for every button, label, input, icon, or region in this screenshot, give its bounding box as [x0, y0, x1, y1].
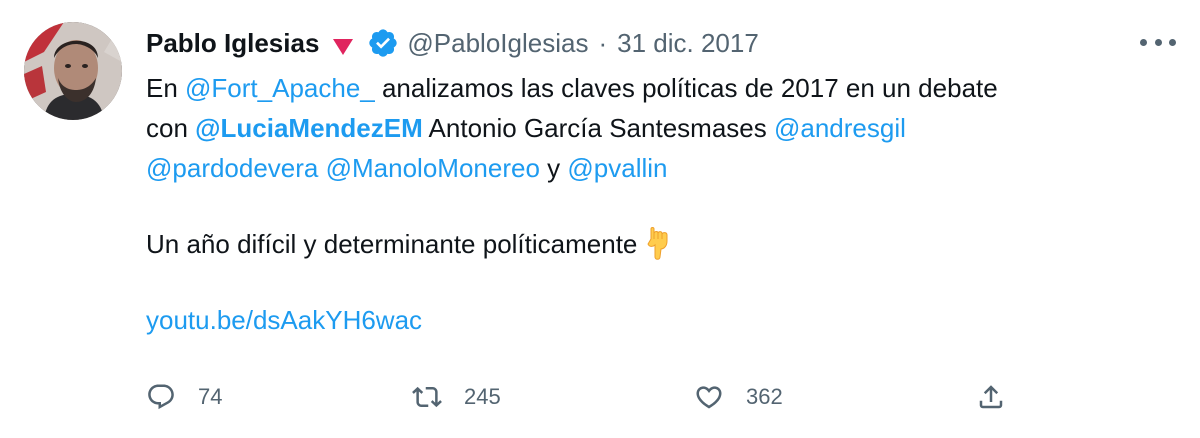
tweet-text-line: Un año difícil y determinante políticame…: [146, 224, 1156, 264]
red-triangle-icon: [331, 33, 355, 55]
reply-count: 74: [198, 384, 223, 409]
text-segment: En: [146, 73, 186, 103]
text-segment: Un año difícil y determinante políticame…: [146, 229, 638, 259]
author-handle[interactable]: @PabloIglesias: [407, 28, 588, 59]
retweet-icon: [412, 386, 442, 408]
mention-manolomonereo[interactable]: @ManoloMonereo: [326, 153, 540, 183]
tweet-text-line: @pardodevera @ManoloMonereo y @pvallin: [146, 148, 1156, 188]
action-bar: 74 245 362: [146, 376, 1036, 418]
text-segment: Antonio García Santesmases: [422, 113, 774, 143]
tweet-text-line: youtu.be/dsAakYH6wac: [146, 300, 1156, 340]
tweet-date[interactable]: 31 dic. 2017: [617, 28, 759, 59]
tweet-text-line: En @Fort_Apache_ analizamos las claves p…: [146, 68, 1156, 108]
share-button[interactable]: [976, 376, 1006, 418]
more-options-icon[interactable]: [1140, 30, 1176, 54]
more-dot: [1169, 38, 1176, 46]
text-segment: [318, 153, 325, 183]
text-segment: y: [539, 153, 568, 183]
more-dot: [1154, 38, 1162, 46]
text-segment: analizamos las claves políticas de 2017 …: [374, 73, 998, 103]
verified-badge-icon[interactable]: [367, 27, 399, 59]
retweet-button[interactable]: 245: [412, 376, 501, 418]
youtube-link[interactable]: youtu.be/dsAakYH6wac: [146, 305, 422, 335]
tweet-card[interactable]: Pablo Iglesias @PabloIglesias · 31 dic. …: [0, 0, 1200, 438]
heart-icon: [696, 386, 722, 409]
mention-fort-apache[interactable]: @Fort_Apache_: [185, 73, 375, 103]
mention-pvallin[interactable]: @pvallin: [567, 153, 667, 183]
avatar[interactable]: [24, 22, 122, 120]
retweet-count: 245: [464, 384, 501, 409]
avatar-image: [24, 22, 122, 120]
text-segment: con: [146, 113, 196, 143]
tweet-text: En @Fort_Apache_ analizamos las claves p…: [146, 68, 1156, 340]
mention-luciamendezem[interactable]: @LuciaMendezEM: [195, 113, 423, 143]
like-button[interactable]: 362: [694, 376, 783, 418]
reply-button[interactable]: 74: [146, 376, 222, 418]
header-separator: ·: [598, 27, 608, 58]
tweet-header: Pablo Iglesias @PabloIglesias · 31 dic. …: [146, 24, 759, 62]
more-dot: [1140, 38, 1147, 46]
pointing-down-emoji-icon: [643, 225, 673, 261]
mention-pardodevera[interactable]: @pardodevera: [146, 153, 318, 183]
mention-andresgil[interactable]: @andresgil: [774, 113, 906, 143]
tweet-text-line: con @LuciaMendezEM Antonio García Santes…: [146, 108, 1156, 148]
like-count: 362: [746, 384, 783, 409]
reply-icon: [148, 384, 174, 410]
author-name[interactable]: Pablo Iglesias: [146, 28, 319, 59]
share-icon: [979, 385, 1003, 409]
